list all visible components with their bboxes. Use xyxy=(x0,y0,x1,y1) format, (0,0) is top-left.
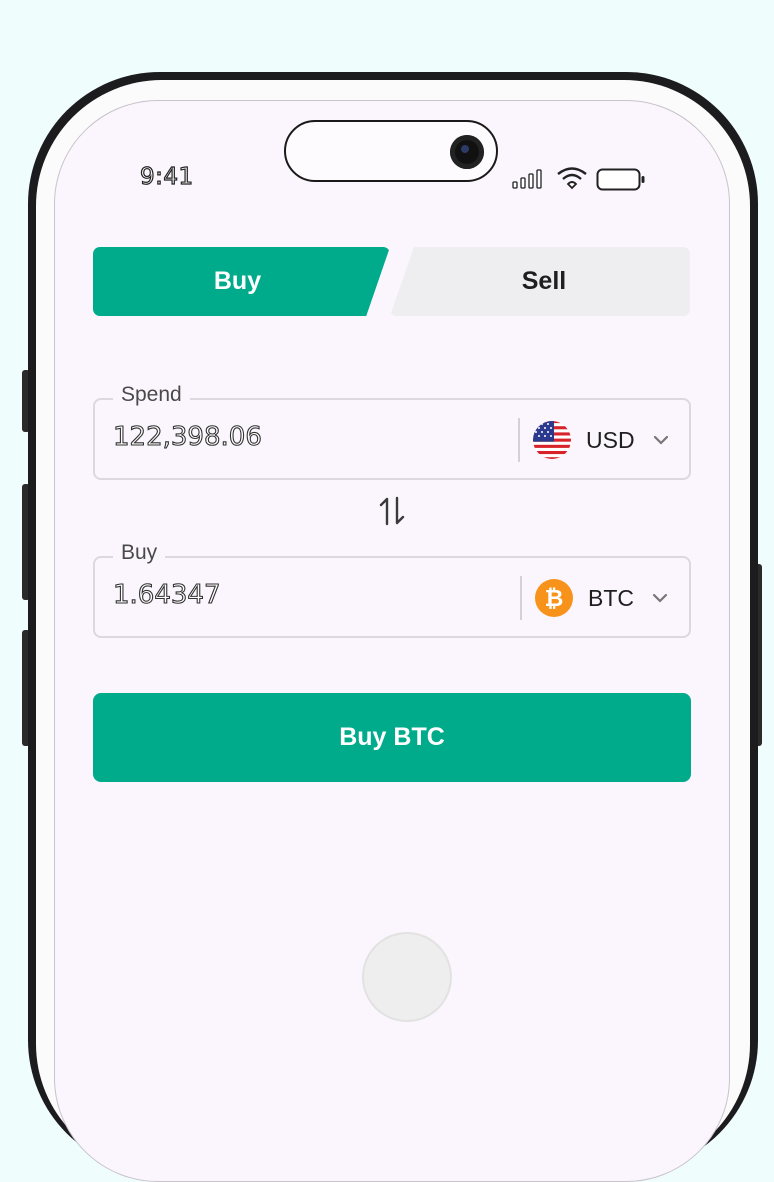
spend-currency-code: USD xyxy=(586,426,635,453)
buy-field: Buy ₿ BTC xyxy=(93,541,691,638)
buy-amount-input[interactable] xyxy=(113,580,493,610)
tab-sell-label: Sell xyxy=(521,267,567,295)
buy-label: Buy xyxy=(113,541,166,565)
tab-buy-label: Buy xyxy=(213,267,262,295)
buy-currency-code: BTC xyxy=(588,584,634,611)
camera-icon xyxy=(450,135,484,169)
trade-tabs: Buy Sell xyxy=(93,247,690,316)
tab-buy[interactable]: Buy xyxy=(93,247,390,316)
home-button[interactable] xyxy=(364,934,450,1020)
spend-amount-input[interactable] xyxy=(113,422,493,452)
chevron-down-icon xyxy=(652,593,668,603)
spend-currency-select[interactable]: USD xyxy=(532,418,669,462)
wifi-icon xyxy=(557,167,587,190)
buy-currency-select[interactable]: ₿ BTC xyxy=(534,576,668,620)
chevron-down-icon xyxy=(653,435,668,445)
swap-arrows-icon[interactable] xyxy=(378,496,406,526)
status-time: 9:41 xyxy=(139,163,194,190)
spend-field: Spend USD xyxy=(93,383,691,480)
signal-icon xyxy=(512,169,542,189)
bitcoin-icon: ₿ xyxy=(535,579,573,617)
spend-divider xyxy=(518,418,520,462)
spend-label: Spend xyxy=(113,383,190,407)
battery-icon xyxy=(596,168,645,191)
svg-text:₿: ₿ xyxy=(545,586,564,612)
buy-btc-button[interactable]: Buy BTC xyxy=(93,693,691,782)
us-flag-icon xyxy=(533,421,571,459)
tab-sell[interactable]: Sell xyxy=(390,247,690,316)
buy-divider xyxy=(520,576,522,620)
dynamic-island xyxy=(284,120,498,182)
